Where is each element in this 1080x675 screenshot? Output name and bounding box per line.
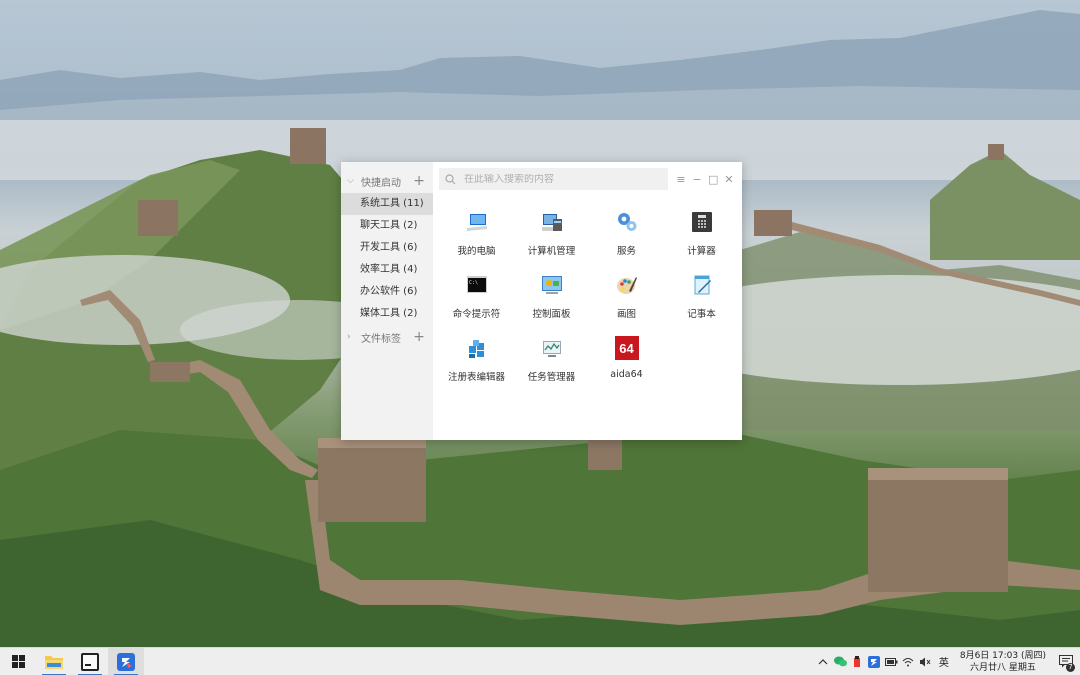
menu-icon[interactable]: ≡ <box>676 173 686 186</box>
notepad-icon <box>690 273 714 297</box>
start-button[interactable] <box>0 648 36 675</box>
launcher-tray-icon[interactable] <box>866 648 883 675</box>
launcher-main-panel: ≡ − □ ✕ 我的电脑 计算机管理 <box>433 162 742 440</box>
file-explorer-button[interactable] <box>36 648 72 675</box>
launcher-app-icon <box>117 652 135 671</box>
category-item-dev-tools[interactable]: 开发工具 (6) <box>341 237 433 259</box>
window-controls: ≡ − □ ✕ <box>676 173 734 186</box>
chevron-up-icon[interactable] <box>815 648 832 675</box>
app-label: 服务 <box>616 246 636 257</box>
control-panel-icon <box>540 273 564 297</box>
clock-date-line: 8月6日 17:03 (周四) <box>959 650 1046 661</box>
app-label: 任务管理器 <box>527 372 576 383</box>
computer-icon <box>465 210 489 234</box>
category-list: 系统工具 (11) 聊天工具 (2) 开发工具 (6) 效率工具 (4) 办公软… <box>341 193 433 325</box>
app-label: 画图 <box>616 309 636 320</box>
chevron-right-icon[interactable]: › <box>347 332 361 342</box>
category-item-media-tools[interactable]: 媒体工具 (2) <box>341 303 433 325</box>
quick-launcher-window: ⌵ 快捷启动 + 系统工具 (11) 聊天工具 (2) 开发工具 (6) 效率工… <box>341 162 742 440</box>
app-tile-registry-editor[interactable]: 注册表编辑器 <box>439 336 514 399</box>
category-item-office-software[interactable]: 办公软件 (6) <box>341 281 433 303</box>
notification-count-badge: 7 <box>1066 662 1075 672</box>
app-tile-services[interactable]: 服务 <box>589 210 664 273</box>
search-icon <box>445 173 456 184</box>
app-tile-paint[interactable]: 画图 <box>589 273 664 336</box>
chevron-down-icon[interactable]: ⌵ <box>347 176 361 186</box>
app-tile-notepad[interactable]: 记事本 <box>664 273 739 336</box>
svg-text:C:\: C:\ <box>469 280 478 286</box>
taskbar-clock[interactable]: 8月6日 17:03 (周四) 六月廿八 星期五 <box>954 650 1052 674</box>
aida64-icon: 64 <box>614 336 639 360</box>
app-tile-calculator[interactable]: 计算器 <box>664 210 739 273</box>
app-label: 记事本 <box>687 309 716 320</box>
input-method-indicator[interactable]: 英 <box>934 648 954 675</box>
computer-management-icon <box>540 210 564 234</box>
app-tile-my-computer[interactable]: 我的电脑 <box>439 210 514 273</box>
wifi-icon[interactable] <box>900 648 917 675</box>
category-item-productivity-tools[interactable]: 效率工具 (4) <box>341 259 433 281</box>
aida64-icon-text: 64 <box>619 340 634 356</box>
search-box[interactable] <box>439 168 668 190</box>
windows-logo-icon <box>11 655 25 668</box>
battery-icon[interactable] <box>883 648 900 675</box>
close-button[interactable]: ✕ <box>724 173 734 186</box>
volume-muted-icon[interactable] <box>917 648 934 675</box>
app-tile-command-prompt[interactable]: C:\ 命令提示符 <box>439 273 514 336</box>
app-tile-task-manager[interactable]: 任务管理器 <box>514 336 589 399</box>
paint-palette-icon <box>615 273 639 297</box>
system-tray: 英 8月6日 17:03 (周四) 六月廿八 星期五 7 <box>815 648 1080 675</box>
app-label: 我的电脑 <box>457 246 496 257</box>
app-label: 计算机管理 <box>527 246 576 257</box>
notification-center-button[interactable]: 7 <box>1052 648 1080 675</box>
launcher-app-button[interactable] <box>108 647 144 675</box>
group-header-quick-launch[interactable]: ⌵ 快捷启动 + <box>341 170 433 192</box>
category-item-chat-tools[interactable]: 聊天工具 (2) <box>341 215 433 237</box>
group-label: 快捷启动 <box>361 177 401 189</box>
maximize-button[interactable]: □ <box>708 173 718 186</box>
app-tile-computer-management[interactable]: 计算机管理 <box>514 210 589 273</box>
taskbar: 英 8月6日 17:03 (周四) 六月廿八 星期五 7 <box>0 647 1080 675</box>
app-tile-control-panel[interactable]: 控制面板 <box>514 273 589 336</box>
app-label: 计算器 <box>687 246 716 257</box>
wechat-icon[interactable] <box>832 648 849 675</box>
search-input[interactable] <box>464 173 654 185</box>
app-label: 注册表编辑器 <box>447 372 505 383</box>
launcher-topbar: ≡ − □ ✕ <box>439 168 734 190</box>
folder-icon <box>45 656 63 669</box>
app-label: 控制面板 <box>532 309 571 320</box>
terminal-icon <box>81 652 99 671</box>
app-grid: 我的电脑 计算机管理 服务 计算器 C:\ 命令提示符 控制面板 画图 记事本 … <box>439 210 739 399</box>
services-gears-icon <box>615 210 639 234</box>
app-label: 命令提示符 <box>452 309 501 320</box>
app-tile-aida64[interactable]: 64 aida64 <box>589 336 664 399</box>
launcher-sidebar: ⌵ 快捷启动 + 系统工具 (11) 聊天工具 (2) 开发工具 (6) 效率工… <box>341 162 433 440</box>
calculator-icon <box>690 210 714 234</box>
group-header-file-tags[interactable]: › 文件标签 + <box>341 326 433 348</box>
command-prompt-icon: C:\ <box>465 273 489 297</box>
registry-editor-icon <box>465 336 489 360</box>
minimize-button[interactable]: − <box>692 173 702 186</box>
terminal-button[interactable] <box>72 648 108 675</box>
category-item-system-tools[interactable]: 系统工具 (11) <box>341 193 433 215</box>
clock-lunar-line: 六月廿八 星期五 <box>969 662 1036 673</box>
task-manager-icon <box>540 336 564 360</box>
add-category-button[interactable]: + <box>413 174 425 188</box>
add-file-tag-button[interactable]: + <box>413 330 425 344</box>
group-label: 文件标签 <box>361 333 401 345</box>
app-label: aida64 <box>610 369 643 380</box>
app-tray-icon-red[interactable] <box>849 648 866 675</box>
